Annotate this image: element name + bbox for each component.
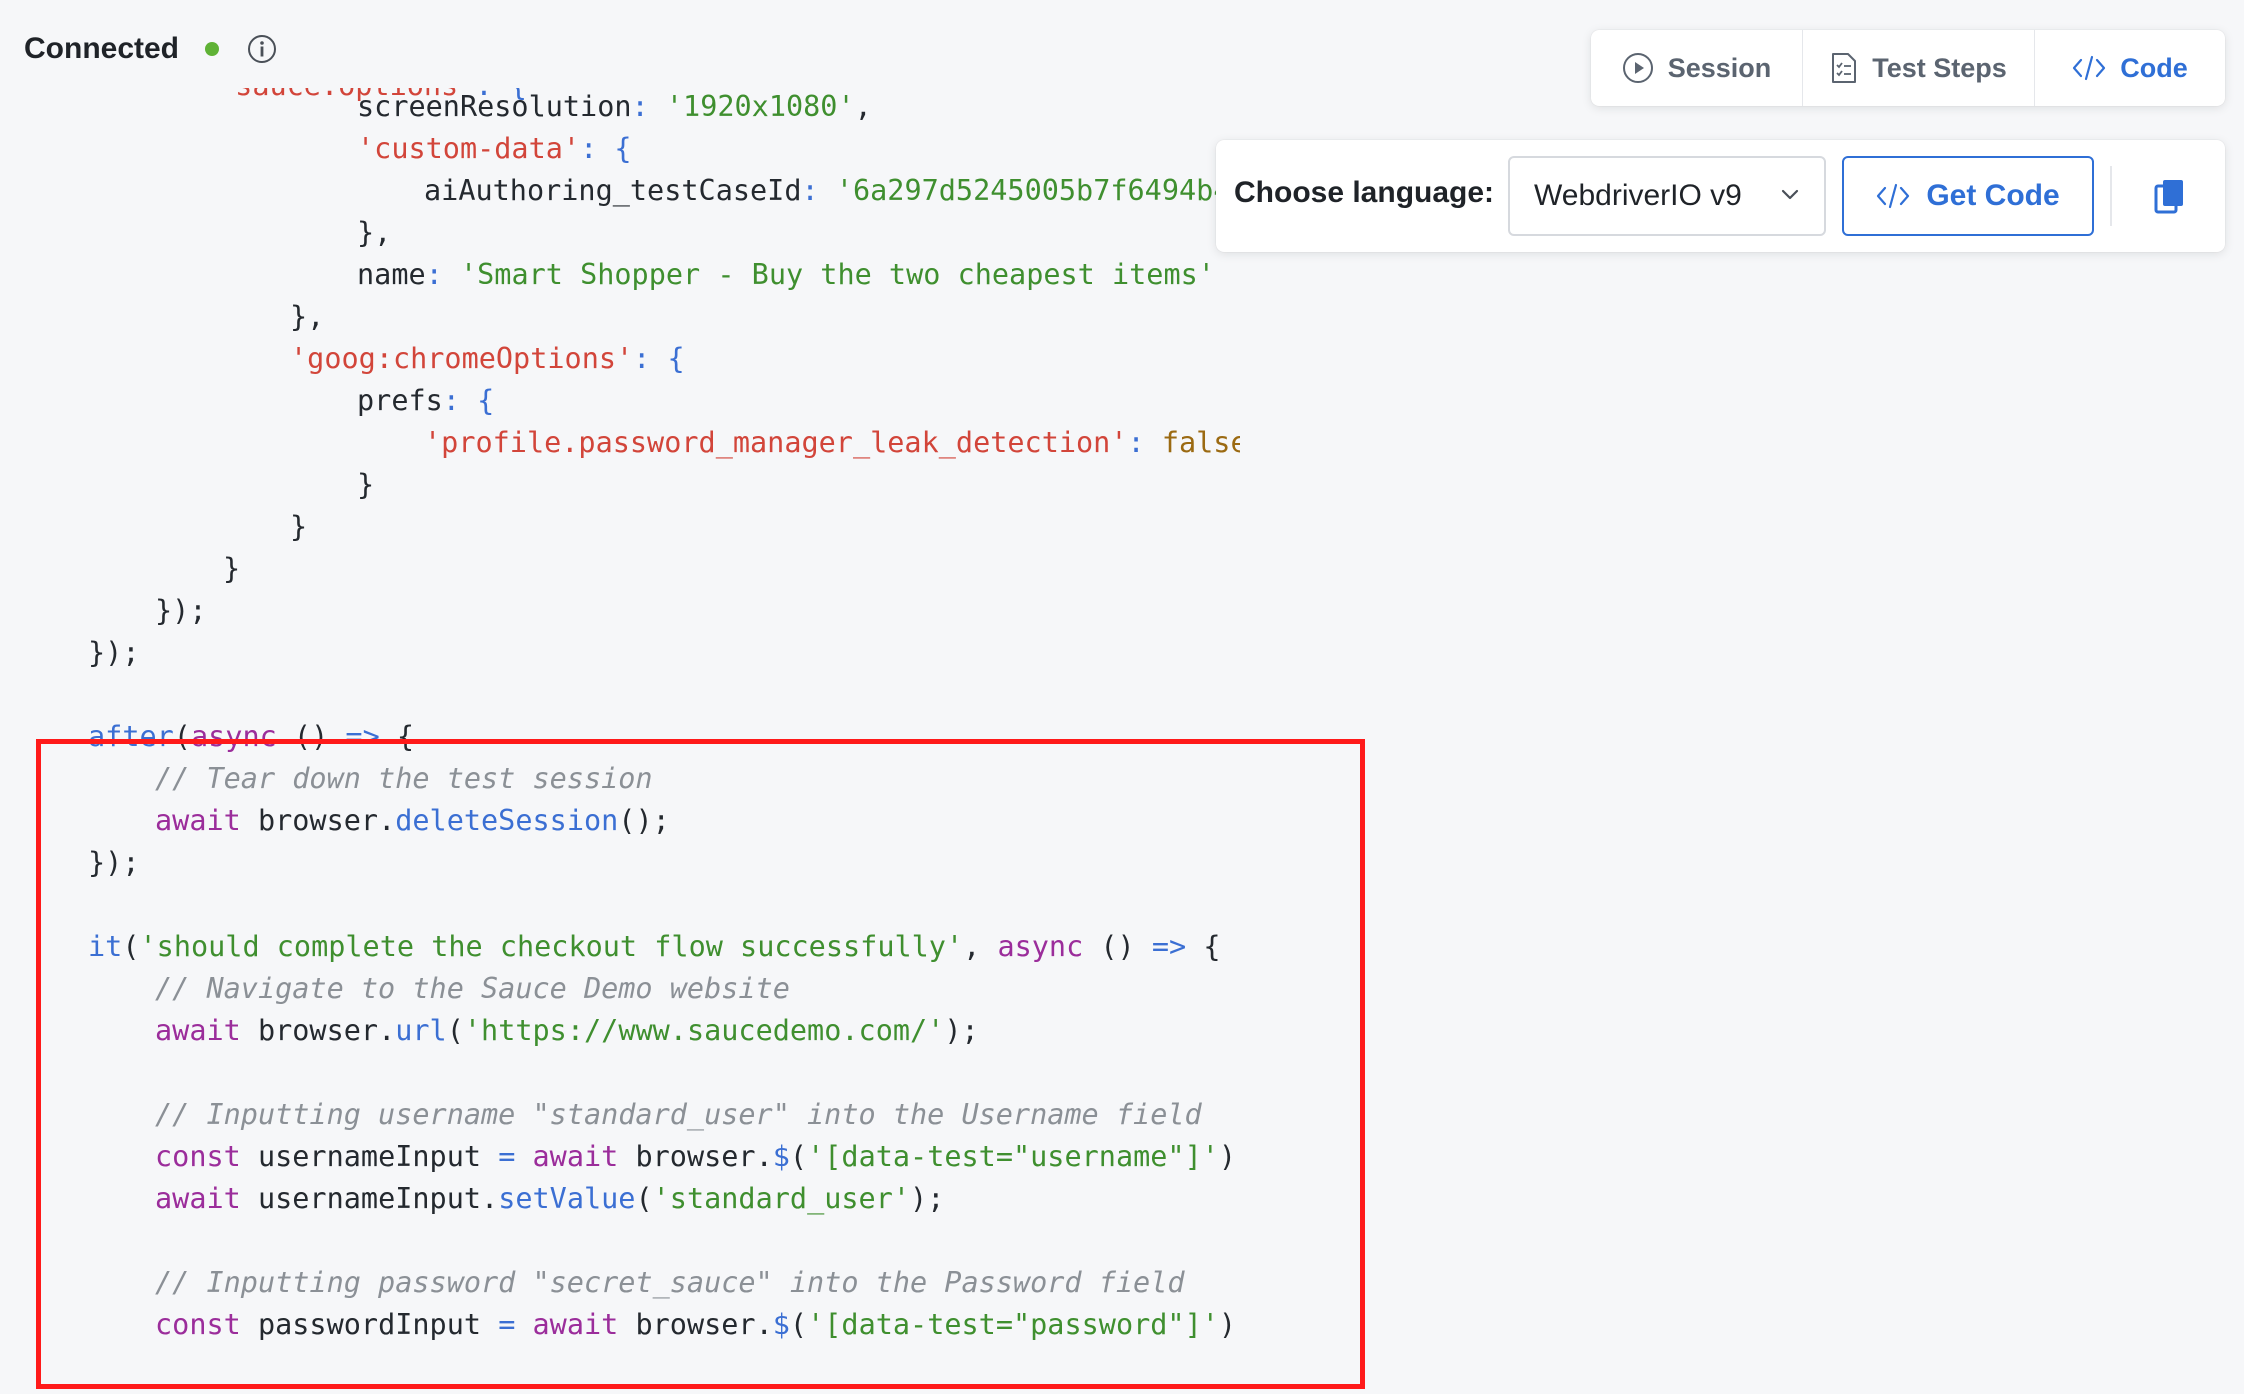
code-line: }, [357,216,392,249]
code-line: }); [88,846,140,879]
code-line: // Tear down the test session [155,762,653,795]
tab-session-label: Session [1667,52,1772,83]
code-brackets-icon [2073,55,2106,81]
code-line: // Navigate to the Sauce Demo website [155,972,790,1005]
copy-icon[interactable] [2150,176,2190,216]
get-code-label: Get Code [1926,179,2060,212]
code-line: }); [88,636,140,669]
language-toolbar: Choose language: WebdriverIO v9 Get Code [1216,140,2225,252]
code-line: const usernameInput = await browser.$('[… [155,1140,1240,1173]
code-line: } [290,510,308,543]
toolbar-divider [2110,166,2112,226]
info-icon[interactable] [247,34,277,64]
code-viewer[interactable]: 'sauce:options': { screenResolution: '19… [0,88,1240,1394]
code-line: 'custom-data': { [357,132,632,165]
tab-test-steps-label: Test Steps [1872,52,2007,83]
code-line: 'profile.password_manager_leak_detection… [424,426,1240,459]
play-circle-icon [1622,53,1653,83]
code-line: await browser.url('https://www.saucedemo… [155,1014,979,1047]
language-select-value: WebdriverIO v9 [1534,179,1742,212]
connection-status-label: Connected [24,32,180,65]
choose-language-label: Choose language: [1234,176,1495,209]
tab-test-steps[interactable]: Test Steps [1803,30,2035,106]
code-line: after(async () => { [88,720,415,753]
chevron-down-icon [1781,189,1799,200]
status-indicator-dot [205,42,220,56]
code-line: } [223,552,241,585]
code-brackets-icon [1877,183,1910,209]
code-line: aiAuthoring_testCaseId: '6a297d5245005b7… [424,174,1231,207]
code-line: prefs: { [357,384,495,417]
connection-status: Connected [24,26,277,72]
code-line: // Inputting username "standard_user" in… [155,1098,1202,1131]
code-line: await usernameInput.setValue('standard_u… [155,1182,945,1215]
code-line: // Inputting password "secret_sauce" int… [155,1266,1185,1299]
code-line: await browser.deleteSession(); [155,804,670,837]
code-line: const passwordInput = await browser.$('[… [155,1308,1240,1341]
code-line: }); [155,594,207,627]
checklist-icon [1832,53,1857,83]
view-tab-bar: Session Test Steps Code [1591,30,2225,106]
get-code-button[interactable]: Get Code [1842,156,2094,236]
code-line: 'goog:chromeOptions': { [290,342,685,375]
tab-code[interactable]: Code [2035,30,2225,106]
code-line: }, [290,300,325,333]
code-line: it('should complete the checkout flow su… [88,930,1221,963]
language-select[interactable]: WebdriverIO v9 [1508,156,1826,236]
code-line: name: 'Smart Shopper - Buy the two cheap… [357,258,1215,291]
tab-session[interactable]: Session [1591,30,1803,106]
tab-code-label: Code [2120,52,2188,83]
code-line: screenResolution: '1920x1080', [357,90,872,123]
code-line: } [357,468,375,501]
